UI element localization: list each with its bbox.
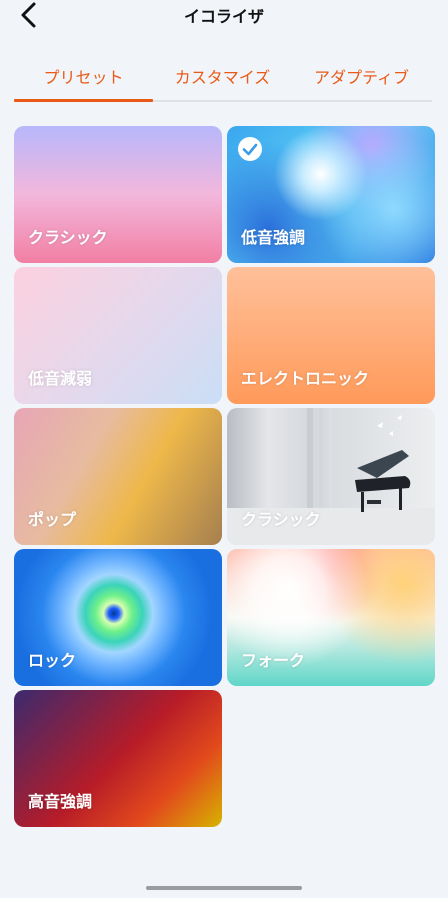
preset-card-pop[interactable]: ポップ bbox=[14, 408, 222, 545]
header-bar: イコライザ bbox=[0, 0, 448, 34]
home-indicator[interactable] bbox=[146, 886, 302, 890]
preset-label: エレクトロニック bbox=[241, 369, 370, 388]
preset-card-bass-boost[interactable]: 低音強調 bbox=[227, 126, 435, 263]
tab-customize[interactable]: カスタマイズ bbox=[153, 64, 292, 88]
preset-card-bass-reduce[interactable]: 低音減弱 bbox=[14, 267, 222, 404]
preset-label: 低音強調 bbox=[241, 228, 306, 247]
preset-card-classic[interactable]: クラシック bbox=[14, 126, 222, 263]
tab-bar: プリセット カスタマイズ アダプティブ bbox=[14, 54, 432, 102]
preset-card-treble-boost[interactable]: 高音強調 bbox=[14, 690, 222, 827]
tab-presets[interactable]: プリセット bbox=[14, 64, 153, 88]
tab-selected-indicator bbox=[14, 99, 153, 102]
preset-card-folk[interactable]: フォーク bbox=[227, 549, 435, 686]
preset-label: 低音減弱 bbox=[28, 369, 93, 388]
preset-card-electronic[interactable]: エレクトロニック bbox=[227, 267, 435, 404]
preset-card-classic-piano[interactable]: クラシック bbox=[227, 408, 435, 545]
check-circle-icon bbox=[238, 137, 262, 161]
preset-label: 高音強調 bbox=[28, 792, 93, 811]
preset-label: ロック bbox=[28, 651, 77, 670]
preset-label: クラシック bbox=[241, 510, 321, 529]
page-title: イコライザ bbox=[183, 7, 264, 26]
tab-adaptive[interactable]: アダプティブ bbox=[292, 64, 431, 88]
preset-label: フォーク bbox=[241, 651, 306, 670]
preset-card-rock[interactable]: ロック bbox=[14, 549, 222, 686]
preset-label: クラシック bbox=[28, 228, 108, 247]
preset-label: ポップ bbox=[28, 510, 77, 529]
